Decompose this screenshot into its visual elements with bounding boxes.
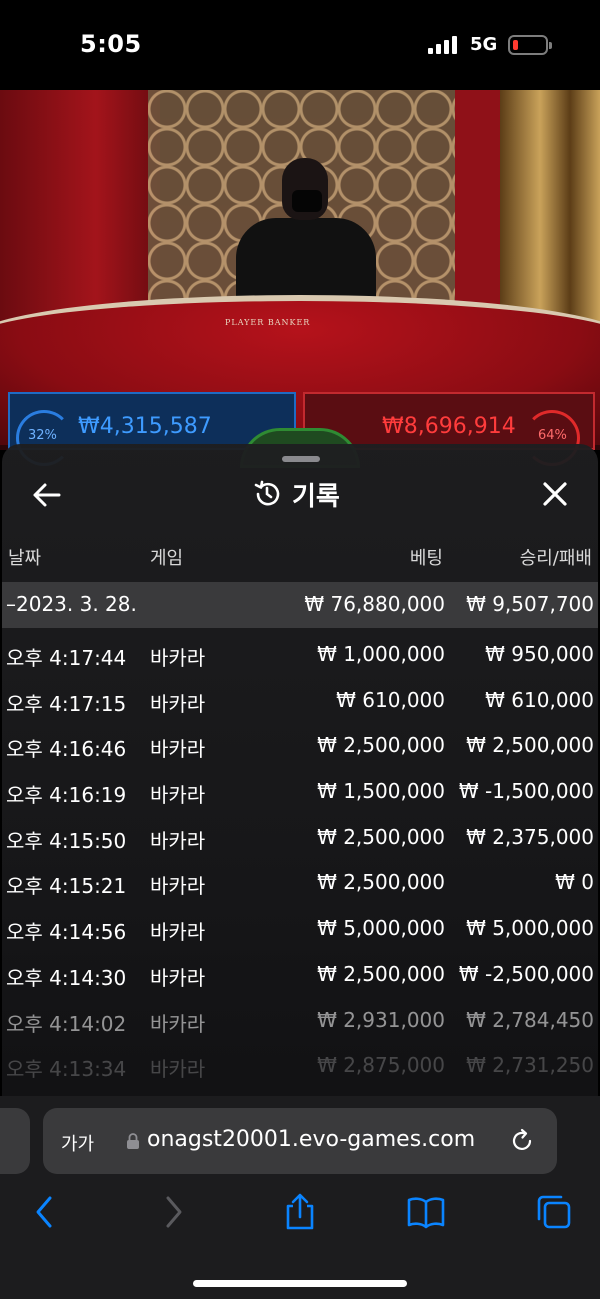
- browser-toolbar: [0, 1192, 600, 1252]
- row-result: ₩ 950,000: [485, 642, 594, 666]
- row-result: ₩ 610,000: [485, 687, 594, 712]
- tabs-icon: [537, 1195, 571, 1229]
- table-row[interactable]: 오후 4:14:30 바카라 ₩ 2,500,000 ₩ -2,500,000: [2, 952, 598, 998]
- row-bet: ₩ 2,931,000: [317, 1007, 445, 1032]
- row-bet: ₩ 2,500,000: [317, 870, 445, 895]
- table-row[interactable]: 오후 4:14:56 바카라 ₩ 5,000,000 ₩ 5,000,000: [2, 906, 598, 952]
- row-result: ₩ 5,000,000: [466, 916, 594, 941]
- chevron-right-icon: [166, 1196, 182, 1228]
- nav-forward-button[interactable]: [154, 1192, 194, 1232]
- reload-icon[interactable]: [509, 1128, 535, 1154]
- row-game: 바카라: [150, 737, 206, 762]
- close-button[interactable]: [540, 479, 570, 509]
- banker-total: ₩8,696,914: [382, 414, 516, 439]
- back-button[interactable]: [32, 482, 62, 508]
- history-sheet: 기록 날짜 게임 베팅 승리/패배 –2023. 3. 28. ₩ 76,880…: [2, 444, 598, 1096]
- sheet-title: 기록: [252, 476, 340, 512]
- share-button[interactable]: [280, 1192, 320, 1232]
- row-time: 오후 4:16:46: [6, 737, 127, 762]
- row-game: 바카라: [150, 920, 206, 945]
- column-header-date[interactable]: 날짜: [8, 544, 41, 570]
- row-result: ₩ 0: [555, 870, 594, 895]
- previous-tab[interactable]: [0, 1108, 30, 1174]
- row-bet: ₩ 5,000,000: [317, 916, 445, 941]
- row-time: 오후 4:16:19: [6, 783, 127, 808]
- column-header-result[interactable]: 승리/패배: [520, 544, 592, 570]
- row-bet: ₩ 2,875,000: [317, 1053, 445, 1078]
- bookmarks-button[interactable]: [406, 1192, 446, 1232]
- row-result: ₩ -1,500,000: [458, 779, 594, 804]
- row-bet: ₩ 610,000: [336, 687, 445, 712]
- row-result: ₩ 2,731,250: [466, 1053, 594, 1078]
- row-bet: ₩ 1,500,000: [317, 779, 445, 804]
- row-game: 바카라: [150, 1011, 206, 1036]
- summary-result: ₩ 9,507,700: [466, 592, 594, 616]
- row-time: 오후 4:15:21: [6, 874, 127, 899]
- row-result: ₩ 2,500,000: [466, 733, 594, 758]
- row-time: 오후 4:13:34: [6, 1057, 127, 1082]
- status-time: 5:05: [80, 30, 142, 58]
- table-row[interactable]: 오후 4:15:21 바카라 ₩ 2,500,000 ₩ 0: [2, 860, 598, 906]
- home-indicator[interactable]: [193, 1280, 407, 1287]
- row-time: 오후 4:14:02: [6, 1011, 127, 1036]
- row-game: 바카라: [150, 828, 206, 853]
- column-header-bet[interactable]: 베팅: [410, 544, 443, 570]
- row-result: ₩ -2,500,000: [458, 961, 594, 986]
- chevron-left-icon: [36, 1196, 52, 1228]
- row-game: 바카라: [150, 874, 206, 899]
- address-bar[interactable]: 가가 onagst20001.evo-games.com: [43, 1108, 557, 1174]
- row-time: 오후 4:17:44: [6, 646, 127, 670]
- summary-bet: ₩ 76,880,000: [304, 592, 445, 616]
- signal-icon: [428, 36, 460, 54]
- row-result: ₩ 2,375,000: [466, 824, 594, 849]
- row-time: 오후 4:15:50: [6, 828, 127, 853]
- sheet-grabber[interactable]: [282, 456, 320, 462]
- column-header-game[interactable]: 게임: [150, 544, 183, 570]
- row-bet: ₩ 1,000,000: [317, 642, 445, 666]
- row-time: 오후 4:14:56: [6, 920, 127, 945]
- player-percent: 32%: [28, 428, 57, 443]
- row-game: 바카라: [150, 1057, 206, 1082]
- table-row[interactable]: 오후 4:13:34 바카라 ₩ 2,875,000 ₩ 2,731,250: [2, 1043, 598, 1089]
- history-clock-icon: [254, 480, 280, 506]
- table-header: 날짜 게임 베팅 승리/패배: [2, 544, 598, 574]
- table-row[interactable]: 오후 4:15:50 바카라 ₩ 2,500,000 ₩ 2,375,000: [2, 815, 598, 861]
- table-row[interactable]: 오후 4:14:02 바카라 ₩ 2,931,000 ₩ 2,784,450: [2, 998, 598, 1044]
- row-game: 바카라: [150, 965, 206, 990]
- row-time: 오후 4:17:15: [6, 691, 127, 716]
- player-total: ₩4,315,587: [78, 414, 212, 439]
- row-game: 바카라: [150, 691, 206, 716]
- network-type: 5G: [470, 34, 498, 55]
- share-icon: [286, 1193, 314, 1230]
- row-bet: ₩ 2,500,000: [317, 824, 445, 849]
- table-row[interactable]: 오후 4:16:46 바카라 ₩ 2,500,000 ₩ 2,500,000: [2, 723, 598, 769]
- row-game: 바카라: [150, 646, 206, 670]
- table-text: PLAYER BANKER: [225, 318, 311, 327]
- text-size-button[interactable]: 가가: [61, 1130, 94, 1156]
- row-result: ₩ 2,784,450: [466, 1007, 594, 1032]
- date-summary-row[interactable]: –2023. 3. 28. ₩ 76,880,000 ₩ 9,507,700: [2, 582, 598, 628]
- lock-icon: [127, 1133, 139, 1149]
- history-list: 오후 4:17:44 바카라 ₩ 1,000,000 ₩ 950,000 오후 …: [2, 632, 598, 1089]
- status-bar: 5:05 5G: [0, 0, 600, 90]
- row-game: 바카라: [150, 783, 206, 808]
- row-bet: ₩ 2,500,000: [317, 733, 445, 758]
- browser-chrome: 가가 onagst20001.evo-games.com: [0, 1096, 600, 1299]
- url-text[interactable]: onagst20001.evo-games.com: [147, 1127, 475, 1152]
- table-row[interactable]: 오후 4:16:19 바카라 ₩ 1,500,000 ₩ -1,500,000: [2, 769, 598, 815]
- arrow-left-icon: [33, 483, 61, 507]
- battery-icon: [508, 35, 552, 55]
- banker-percent: 64%: [538, 428, 567, 443]
- row-bet: ₩ 2,500,000: [317, 961, 445, 986]
- row-time: 오후 4:14:30: [6, 965, 127, 990]
- table-row[interactable]: 오후 4:17:44 바카라 ₩ 1,000,000 ₩ 950,000: [2, 632, 598, 678]
- book-icon: [407, 1197, 445, 1229]
- tabs-button[interactable]: [534, 1192, 574, 1232]
- close-icon: [543, 482, 567, 506]
- nav-back-button[interactable]: [24, 1192, 64, 1232]
- page-title: 기록: [292, 481, 340, 512]
- table-row[interactable]: 오후 4:17:15 바카라 ₩ 610,000 ₩ 610,000: [2, 678, 598, 724]
- summary-date: –2023. 3. 28.: [6, 592, 137, 616]
